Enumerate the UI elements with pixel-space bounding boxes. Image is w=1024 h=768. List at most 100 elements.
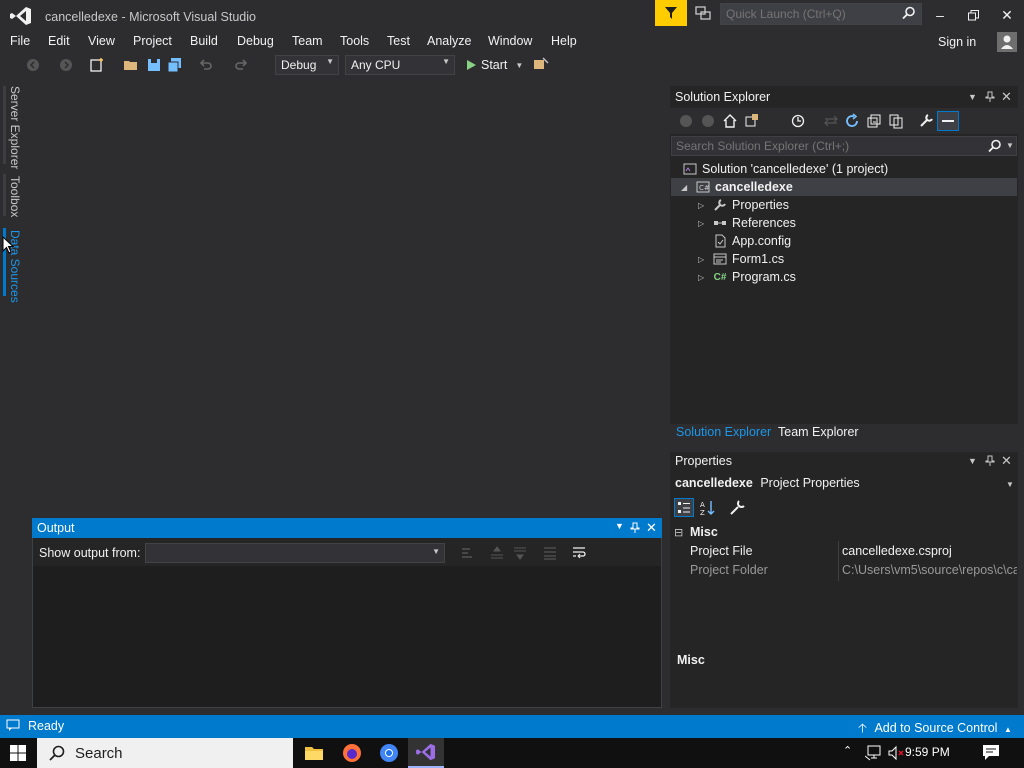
find-message-icon[interactable] (460, 545, 476, 561)
back-icon[interactable] (678, 113, 694, 129)
add-to-source-control-button[interactable]: 🡡 Add to Source Control ▲ (858, 719, 1012, 740)
feedback-icon[interactable] (695, 5, 711, 21)
solution-explorer-search-input[interactable] (672, 137, 1016, 155)
next-message-icon[interactable] (512, 545, 528, 561)
network-icon[interactable] (865, 745, 883, 761)
properties-close-icon[interactable]: ✕ (1001, 453, 1012, 469)
pin-icon[interactable] (985, 91, 995, 103)
collapsed-triangle-icon[interactable]: ▷ (698, 201, 708, 210)
solution-configuration-select[interactable]: Debug ▼ (275, 55, 339, 75)
clear-all-icon[interactable] (542, 545, 558, 561)
solution-explorer-search[interactable] (671, 136, 1017, 156)
taskbar-search-box[interactable]: Search (37, 738, 293, 768)
home-icon[interactable] (722, 113, 738, 129)
menu-file[interactable]: File (10, 34, 30, 48)
browser-link-icon[interactable] (533, 57, 549, 73)
new-project-icon[interactable] (89, 57, 105, 73)
refresh-icon[interactable] (844, 113, 860, 129)
server-explorer-tab[interactable]: Server Explorer (8, 86, 22, 169)
menu-edit[interactable]: Edit (48, 34, 70, 48)
show-all-files-icon[interactable] (888, 113, 904, 129)
taskbar-visual-studio[interactable] (408, 738, 444, 768)
pin-icon[interactable] (630, 522, 640, 534)
search-icon[interactable] (988, 139, 1002, 153)
open-folder-icon[interactable] (123, 57, 139, 73)
navigate-back-icon[interactable] (25, 57, 41, 73)
quick-launch-box[interactable] (720, 3, 922, 25)
categorized-view-button[interactable] (674, 498, 694, 517)
redo-icon[interactable] (233, 57, 249, 73)
preview-selected-items-button[interactable] (937, 111, 959, 131)
sign-in-link[interactable]: Sign in (938, 35, 976, 49)
taskbar-chrome[interactable] (371, 738, 407, 768)
collapsed-triangle-icon[interactable]: ▷ (698, 255, 708, 264)
account-icon[interactable] (997, 32, 1017, 52)
properties-object-selector[interactable]: cancelledexe Project Properties (675, 476, 860, 490)
tab-solution-explorer[interactable]: Solution Explorer (676, 425, 771, 439)
output-close-icon[interactable]: ✕ (646, 520, 657, 536)
taskbar-file-explorer[interactable] (296, 738, 332, 768)
notification-filter-button[interactable] (655, 0, 687, 26)
output-message-icon[interactable] (6, 719, 20, 731)
close-button[interactable]: ✕ (993, 4, 1021, 26)
menu-build[interactable]: Build (190, 34, 218, 48)
chevron-down-icon[interactable]: ▼ (1006, 480, 1014, 489)
forward-icon[interactable] (700, 113, 716, 129)
alphabetical-icon[interactable]: AZ (699, 499, 717, 516)
pin-icon[interactable] (985, 455, 995, 467)
pending-changes-filter-icon[interactable] (790, 113, 806, 129)
expanded-triangle-icon[interactable]: ◢ (681, 183, 691, 192)
undo-icon[interactable] (198, 57, 214, 73)
tree-item-references[interactable]: ▷ References (698, 214, 796, 232)
previous-message-icon[interactable] (489, 545, 505, 561)
tree-item-project[interactable]: ◢ C# cancelledexe (671, 178, 1017, 196)
collapse-category-icon[interactable]: ⊟ (674, 526, 683, 539)
word-wrap-icon[interactable] (571, 545, 587, 561)
taskbar-firefox[interactable] (334, 738, 370, 768)
collapsed-triangle-icon[interactable]: ▷ (698, 219, 708, 228)
menu-tools[interactable]: Tools (340, 34, 369, 48)
tree-item-app-config[interactable]: App.config (713, 232, 791, 250)
chevron-down-icon[interactable]: ▼ (1006, 141, 1014, 150)
quick-launch-input[interactable] (721, 4, 921, 24)
menu-project[interactable]: Project (133, 34, 172, 48)
show-hidden-icons-chevron-icon[interactable]: ⌃ (843, 744, 852, 757)
menu-help[interactable]: Help (551, 34, 577, 48)
sync-with-document-icon[interactable] (823, 113, 839, 129)
output-text-area[interactable] (33, 566, 661, 707)
volume-muted-icon[interactable] (888, 745, 906, 761)
switch-views-icon[interactable] (744, 113, 760, 129)
column-divider[interactable] (838, 541, 839, 581)
tree-item-properties[interactable]: ▷ Properties (698, 196, 789, 214)
collapsed-triangle-icon[interactable]: ▷ (698, 273, 708, 282)
save-all-icon[interactable] (167, 57, 183, 73)
tree-item-form1[interactable]: ▷ Form1.cs (698, 250, 784, 268)
solution-platform-select[interactable]: Any CPU ▼ (345, 55, 455, 75)
menu-analyze[interactable]: Analyze (427, 34, 471, 48)
taskbar-clock[interactable]: 9:59 PM (905, 745, 950, 759)
tab-team-explorer[interactable]: Team Explorer (778, 425, 859, 439)
property-value[interactable]: C:\Users\vm5\source\repos\c\ca (842, 563, 1017, 577)
solution-explorer-close-icon[interactable]: ✕ (1001, 89, 1012, 105)
menu-team[interactable]: Team (292, 34, 323, 48)
save-icon[interactable] (146, 57, 162, 73)
start-debugging-button[interactable]: Start ▼ (465, 56, 523, 74)
action-center-icon[interactable] (982, 744, 1000, 761)
panel-menu-chevron-icon[interactable]: ▼ (968, 92, 977, 102)
menu-window[interactable]: Window (488, 34, 532, 48)
property-pages-wrench-icon[interactable] (728, 499, 746, 516)
toolbox-tab[interactable]: Toolbox (8, 176, 22, 217)
collapse-all-icon[interactable] (866, 113, 882, 129)
menu-debug[interactable]: Debug (237, 34, 274, 48)
menu-test[interactable]: Test (387, 34, 410, 48)
menu-view[interactable]: View (88, 34, 115, 48)
properties-wrench-icon[interactable] (918, 113, 934, 129)
tree-item-solution[interactable]: Solution 'cancelledexe' (1 project) (683, 160, 1013, 178)
panel-menu-chevron-icon[interactable]: ▼ (968, 456, 977, 466)
navigate-forward-icon[interactable] (58, 57, 74, 73)
windows-start-button[interactable] (0, 738, 36, 768)
tree-item-program[interactable]: ▷ C# Program.cs (698, 268, 796, 286)
restore-button[interactable] (959, 4, 987, 26)
property-value[interactable]: cancelledexe.csproj (842, 544, 1017, 558)
minimize-button[interactable]: – (926, 4, 954, 26)
